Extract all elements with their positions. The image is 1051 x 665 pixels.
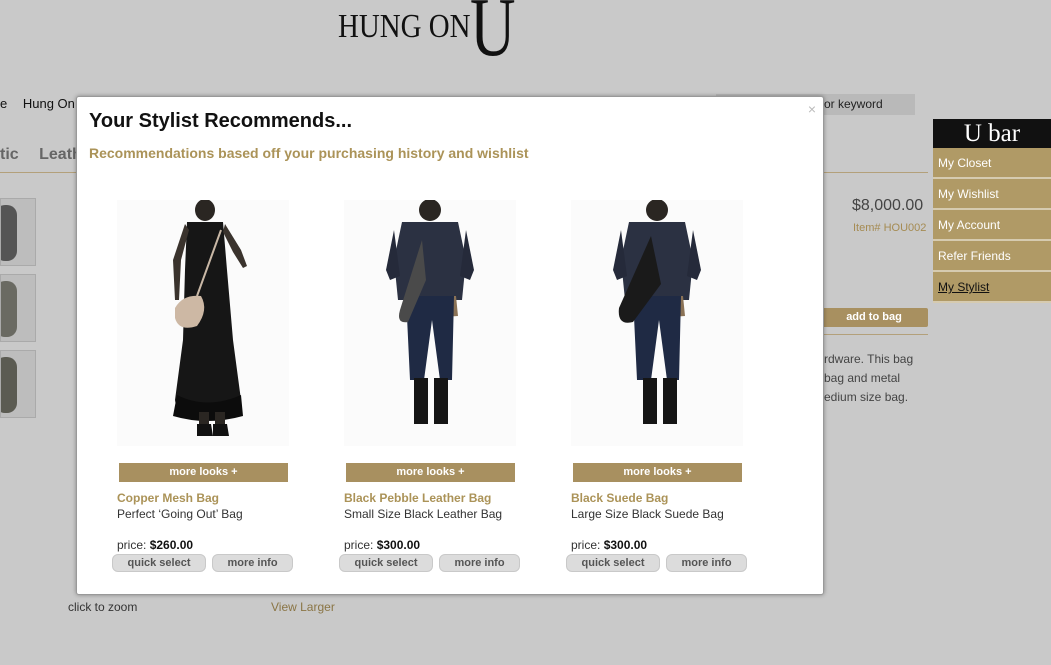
product-thumbnail[interactable]	[0, 198, 36, 266]
more-info-button[interactable]: more info	[666, 554, 747, 572]
description-line: edium size bag.	[824, 390, 909, 404]
product-tagline: Perfect ‘Going Out’ Bag	[117, 507, 243, 521]
price-value: $260.00	[149, 538, 194, 552]
price-value: $300.00	[376, 538, 421, 552]
ubar-item-my-account[interactable]: My Account	[933, 210, 1051, 241]
product-price: price: $260.00	[117, 538, 193, 552]
price-label: price:	[117, 538, 147, 552]
product-photo[interactable]	[344, 200, 516, 446]
product-price: price: $300.00	[571, 538, 647, 552]
item-number: Item# HOU002	[853, 222, 927, 234]
description-line: bag and metal	[824, 371, 901, 385]
product-name[interactable]: Copper Mesh Bag	[117, 491, 219, 505]
product-thumbnail[interactable]	[0, 350, 36, 418]
ubar-item-my-closet[interactable]: My Closet	[933, 148, 1051, 179]
site-logo[interactable]: HUNG ON U	[338, 0, 516, 70]
quick-select-button[interactable]: quick select	[566, 554, 660, 572]
product-photo[interactable]	[117, 200, 289, 446]
ubar-item-refer-friends[interactable]: Refer Friends	[933, 241, 1051, 272]
price-label: price:	[344, 538, 374, 552]
add-to-bag-button[interactable]: add to bag	[820, 308, 928, 327]
product-price: price: $300.00	[344, 538, 420, 552]
modal-subtitle: Recommendations based off your purchasin…	[89, 145, 529, 161]
logo-text: HUNG ON	[338, 8, 471, 45]
price-value: $300.00	[603, 538, 648, 552]
more-info-button[interactable]: more info	[439, 554, 520, 572]
modal-title: Your Stylist Recommends...	[89, 110, 353, 132]
product-tagline: Small Size Black Leather Bag	[344, 507, 503, 521]
more-info-button[interactable]: more info	[212, 554, 293, 572]
u-bar: U bar My Closet My Wishlist My Account R…	[933, 119, 1051, 303]
more-looks-button[interactable]: more looks +	[573, 463, 742, 482]
divider	[820, 334, 928, 335]
ubar-item-my-stylist[interactable]: My Stylist	[933, 272, 1051, 303]
breadcrumb-item[interactable]: e	[0, 96, 7, 111]
quick-select-button[interactable]: quick select	[339, 554, 433, 572]
product-name[interactable]: Black Suede Bag	[571, 491, 668, 505]
more-looks-button[interactable]: more looks +	[119, 463, 288, 482]
close-icon[interactable]: ×	[808, 101, 816, 117]
view-larger-link[interactable]: View Larger	[271, 600, 335, 614]
more-looks-button[interactable]: more looks +	[346, 463, 515, 482]
price-label: price:	[571, 538, 601, 552]
product-photo[interactable]	[571, 200, 743, 446]
product-description: rdware. This bag bag and metal edium siz…	[824, 350, 913, 407]
product-thumbnail[interactable]	[0, 274, 36, 342]
product-tagline: Large Size Black Suede Bag	[571, 507, 724, 521]
category-item[interactable]: tic	[0, 146, 19, 163]
ubar-item-my-wishlist[interactable]: My Wishlist	[933, 179, 1051, 210]
description-line: rdware. This bag	[824, 352, 914, 366]
click-to-zoom-note: click to zoom	[68, 600, 138, 614]
logo-letter: U	[470, 0, 516, 74]
stylist-recommendations-modal: × Your Stylist Recommends... Recommendat…	[76, 96, 824, 595]
u-bar-title: U bar	[933, 119, 1051, 148]
product-name[interactable]: Black Pebble Leather Bag	[344, 491, 491, 505]
quick-select-button[interactable]: quick select	[112, 554, 206, 572]
product-price: $8,000.00	[852, 197, 924, 214]
